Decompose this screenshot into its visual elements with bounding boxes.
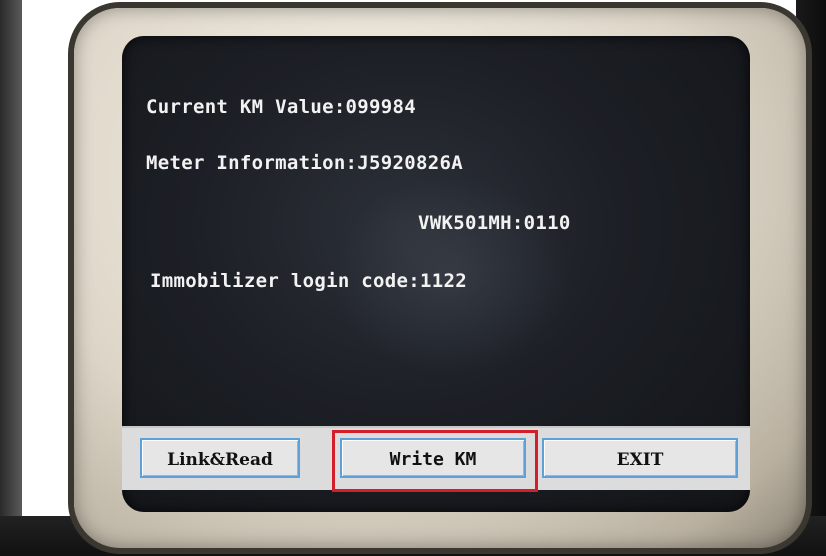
device-left-edge xyxy=(0,0,22,556)
current-km-value: Current KM Value:099984 xyxy=(146,96,416,118)
immobilizer-login-code: Immobilizer login code:1122 xyxy=(150,270,467,292)
link-read-button[interactable]: Link&Read xyxy=(140,438,300,478)
exit-button[interactable]: EXIT xyxy=(542,438,738,478)
meter-information: Meter Information:J5920826A xyxy=(146,152,463,174)
meter-part-number: VWK501MH:0110 xyxy=(418,212,571,234)
device-photo: Current KM Value:099984 Meter Informatio… xyxy=(0,0,826,556)
write-km-highlight xyxy=(332,430,538,492)
